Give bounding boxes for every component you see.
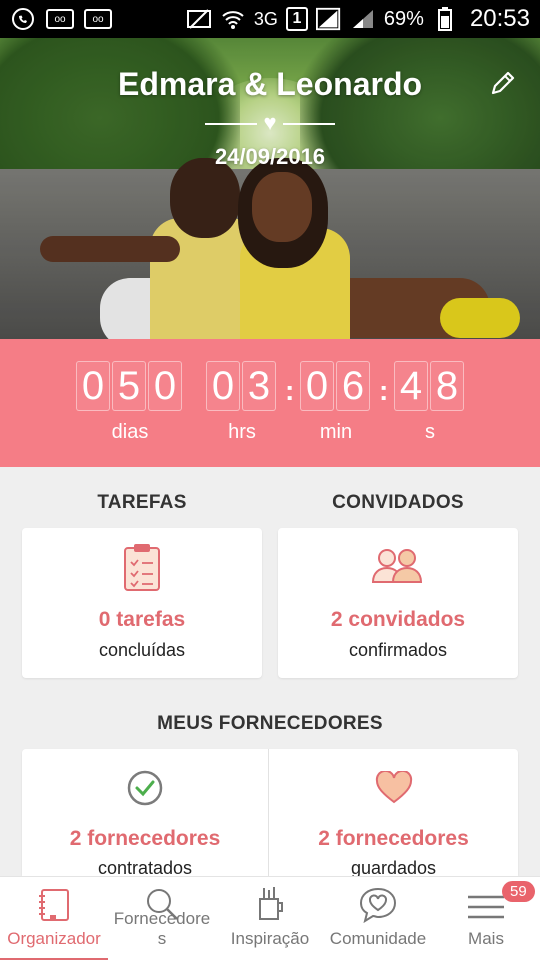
bottom-navigation: Organizador Fornecedores Inspiração Comu… <box>0 876 540 960</box>
digit: 0 <box>148 361 182 411</box>
tasks-count: 0 tarefas <box>98 608 186 631</box>
clipboard-icon <box>122 542 162 597</box>
check-circle-icon <box>126 769 164 812</box>
colon-separator: : <box>285 375 295 406</box>
digit: 8 <box>430 361 464 411</box>
guests-title: CONVIDADOS <box>332 492 464 513</box>
voicemail-icon: oo <box>84 9 112 29</box>
nav-label: Fornecedores <box>113 909 211 948</box>
battery-icon <box>432 7 458 31</box>
vendors-hired[interactable]: 2 fornecedores contratados <box>22 749 268 878</box>
notebook-icon <box>34 885 74 925</box>
nav-comunidade[interactable]: Comunidade <box>324 877 432 960</box>
digit: 6 <box>336 361 370 411</box>
vendors-hired-count: 2 fornecedores <box>69 827 221 850</box>
battery-percent: 69% <box>383 7 424 30</box>
network-type: 3G <box>253 8 278 29</box>
colon-separator: : <box>379 375 389 406</box>
hours-label: hrs <box>228 421 256 443</box>
nav-mais[interactable]: 59 Mais <box>432 877 540 960</box>
wifi-icon <box>220 7 246 31</box>
notification-badge: 59 <box>502 881 535 902</box>
digit: 4 <box>394 361 428 411</box>
guests-card[interactable]: 2 convidados confirmados <box>278 528 518 678</box>
nav-fornecedores[interactable]: Fornecedores <box>108 877 216 960</box>
tasks-sub: concluídas <box>98 640 186 660</box>
vendors-saved-count: 2 fornecedores <box>318 827 469 850</box>
minutes-label: min <box>319 421 353 443</box>
digit: 3 <box>242 361 276 411</box>
countdown-seconds: 4 8 <box>394 361 464 411</box>
signal-icon <box>315 7 342 31</box>
nfc-icon <box>186 7 212 31</box>
whatsapp-icon <box>10 7 36 31</box>
countdown-days: 0 5 0 <box>76 361 182 411</box>
vendors-saved[interactable]: 2 fornecedores guardados <box>269 749 518 878</box>
guests-icon <box>371 546 425 591</box>
nav-label: Organizador <box>7 929 101 948</box>
days-label: dias <box>111 421 149 443</box>
nav-label: Comunidade <box>329 929 427 948</box>
digit: 5 <box>112 361 146 411</box>
guests-count: 2 convidados <box>330 608 466 631</box>
vendors-card: 2 fornecedores contratados 2 fornecedore… <box>22 749 518 878</box>
chat-heart-icon <box>358 885 398 925</box>
menu-icon <box>466 885 506 925</box>
guests-sub: confirmados <box>348 640 448 660</box>
countdown-hours: 0 3 <box>206 361 276 411</box>
nav-label: Inspiração <box>230 929 310 948</box>
signal-bars-icon <box>350 7 376 31</box>
tasks-title: TAREFAS <box>97 492 187 513</box>
nav-organizador[interactable]: Organizador <box>0 877 108 960</box>
countdown-panel: 0 5 0 dias 0 3 hrs : 0 6 min : 4 8 s <box>0 339 540 467</box>
vendors-title: MEUS FORNECEDORES <box>157 713 383 734</box>
seconds-label: s <box>425 421 435 443</box>
status-bar: oo oo 3G 1 69% 20:53 <box>0 0 540 38</box>
countdown-minutes: 0 6 <box>300 361 370 411</box>
nav-label: Mais <box>468 929 504 948</box>
couple-names: Edmara & Leonardo <box>117 66 423 102</box>
tasks-card[interactable]: 0 tarefas concluídas <box>22 528 262 678</box>
art-supplies-icon <box>250 885 290 925</box>
heart-icon: ♥ <box>263 110 277 135</box>
heart-divider: ♥ <box>205 112 335 134</box>
heart-icon <box>375 769 413 810</box>
nav-inspiracao[interactable]: Inspiração <box>216 877 324 960</box>
digit: 0 <box>206 361 240 411</box>
digit: 0 <box>300 361 334 411</box>
clock: 20:53 <box>469 5 530 32</box>
voicemail-icon: oo <box>46 9 74 29</box>
sim-indicator: 1 <box>285 7 308 31</box>
wedding-date: 24/09/2016 <box>214 144 326 169</box>
digit: 0 <box>76 361 110 411</box>
edit-pencil-icon[interactable] <box>488 68 518 98</box>
